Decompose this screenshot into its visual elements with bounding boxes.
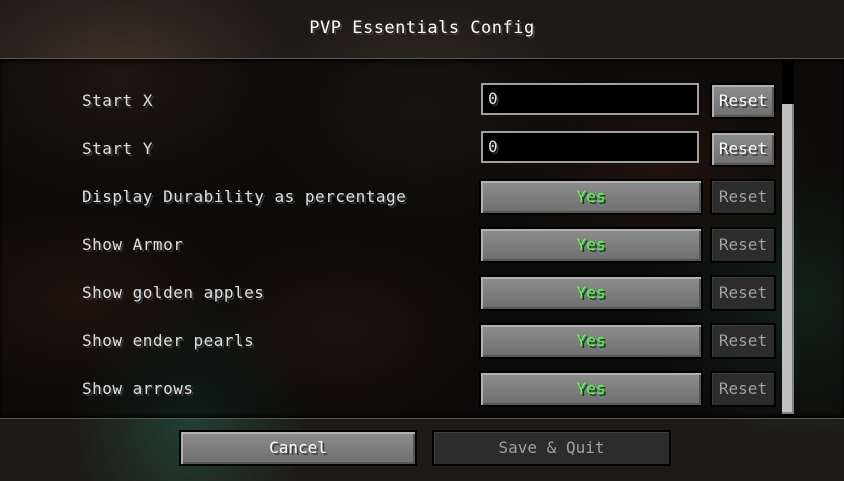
show-armor-reset-button[interactable]: Reset <box>710 227 776 263</box>
option-label: Show golden apples <box>82 283 265 302</box>
options-list[interactable]: Start X 0 Reset Start Y 0 Reset Display … <box>0 58 844 419</box>
option-row-show-golden-apples: Show golden apples Yes Reset <box>0 275 780 311</box>
option-row-show-ender-pearls: Show ender pearls Yes Reset <box>0 323 780 359</box>
option-label: Show Armor <box>82 235 184 254</box>
option-row-start-x: Start X 0 Reset <box>0 83 780 119</box>
option-label: Start Y <box>82 139 153 158</box>
start-x-reset-button[interactable]: Reset <box>710 83 776 119</box>
durability-percentage-reset-button[interactable]: Reset <box>710 179 776 215</box>
option-row-durability-percentage: Display Durability as percentage Yes Res… <box>0 179 780 215</box>
show-ender-pearls-reset-button[interactable]: Reset <box>710 323 776 359</box>
option-label: Show arrows <box>82 379 194 398</box>
config-title: PVP Essentials Config <box>309 18 535 38</box>
option-label: Start X <box>82 91 153 110</box>
start-y-reset-button[interactable]: Reset <box>710 131 776 167</box>
show-ender-pearls-toggle[interactable]: Yes <box>479 323 703 359</box>
durability-percentage-toggle[interactable]: Yes <box>479 179 703 215</box>
start-x-input[interactable]: 0 <box>481 83 699 115</box>
show-golden-apples-reset-button[interactable]: Reset <box>710 275 776 311</box>
scrollbar-thumb[interactable] <box>782 104 794 414</box>
option-row-show-armor: Show Armor Yes Reset <box>0 227 780 263</box>
option-label: Display Durability as percentage <box>82 187 407 206</box>
option-row-show-arrows: Show arrows Yes Reset <box>0 371 780 407</box>
show-arrows-reset-button[interactable]: Reset <box>710 371 776 407</box>
cancel-button[interactable]: Cancel <box>179 430 417 466</box>
start-y-input[interactable]: 0 <box>481 131 699 163</box>
option-row-start-y: Start Y 0 Reset <box>0 131 780 167</box>
show-arrows-toggle[interactable]: Yes <box>479 371 703 407</box>
save-and-quit-button[interactable]: Save & Quit <box>432 430 671 466</box>
show-golden-apples-toggle[interactable]: Yes <box>479 275 703 311</box>
show-armor-toggle[interactable]: Yes <box>479 227 703 263</box>
option-label: Show ender pearls <box>82 331 255 350</box>
